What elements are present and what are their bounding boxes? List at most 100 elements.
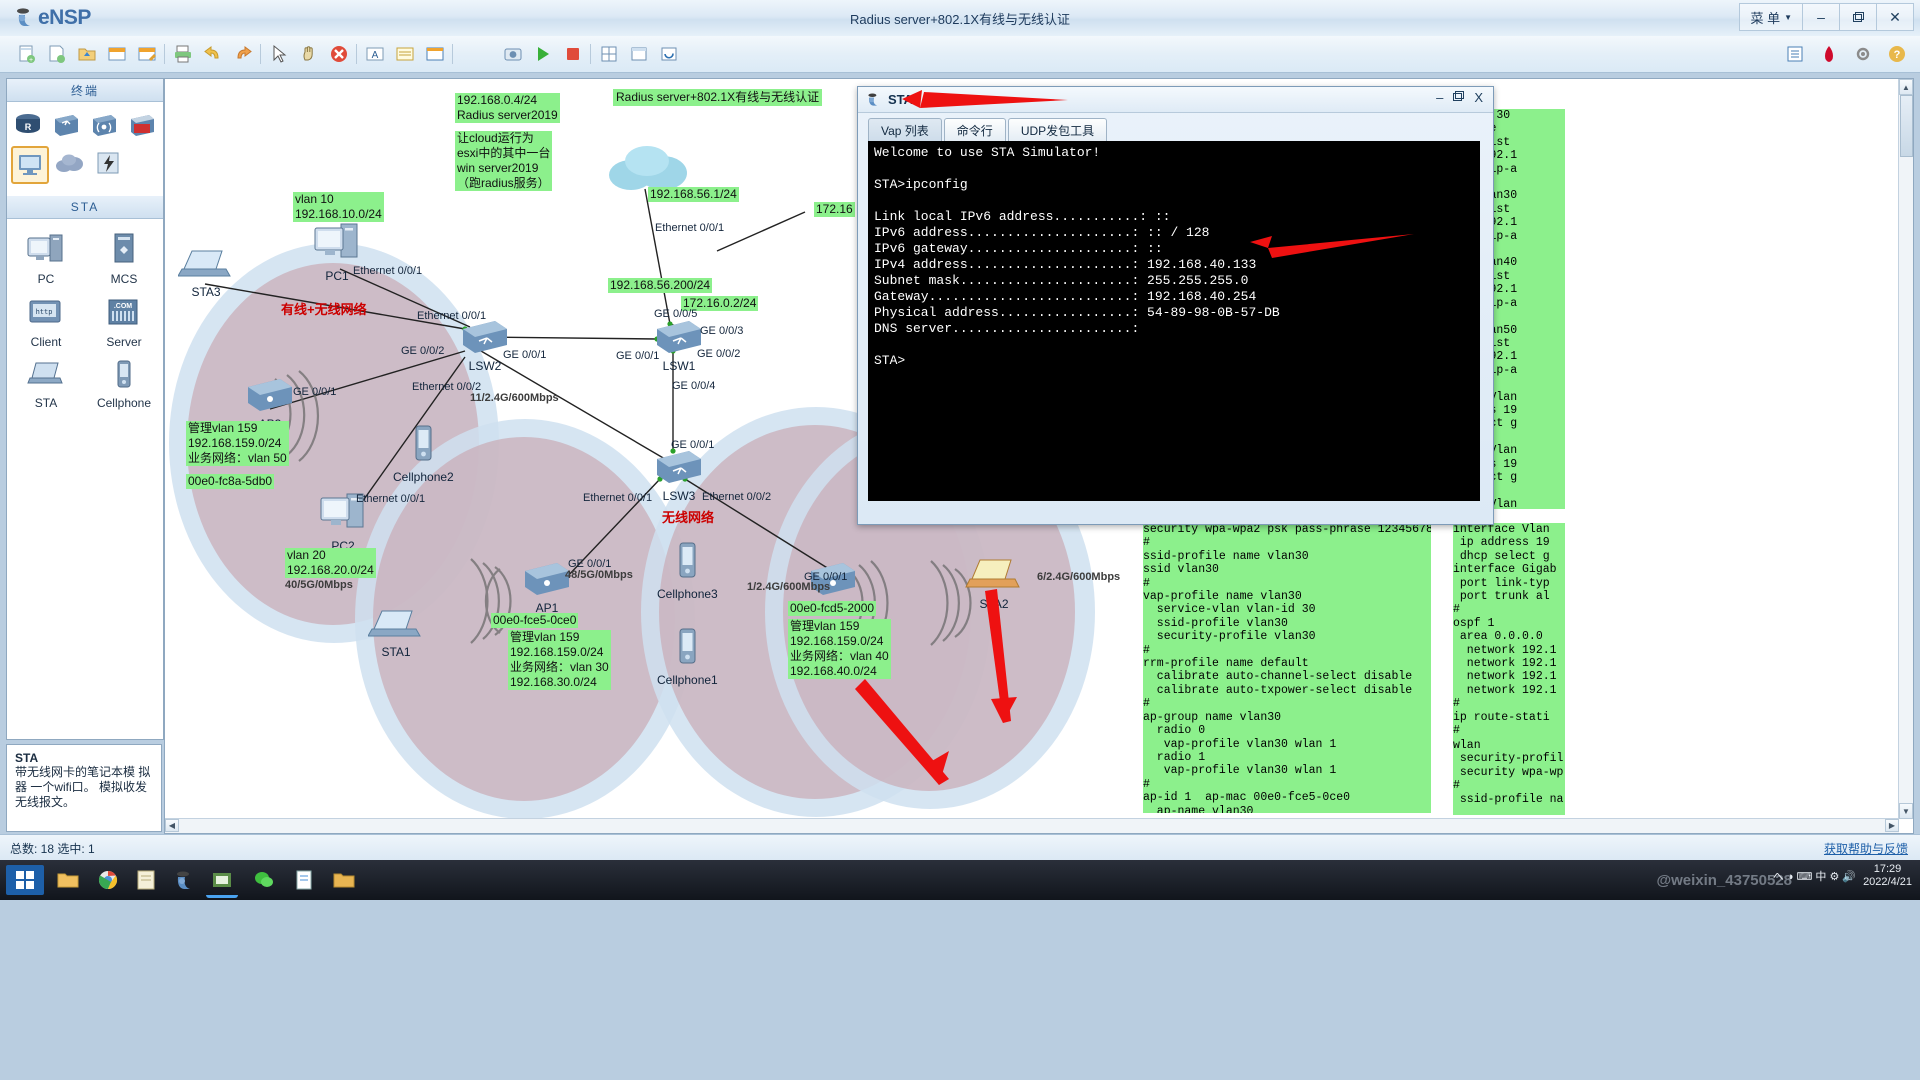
node-label: LSW2	[468, 359, 502, 373]
scroll-right-icon[interactable]: ▶	[1885, 819, 1899, 832]
scroll-down-icon[interactable]: ▼	[1899, 803, 1913, 819]
port-label: Ethernet 0/0/1	[353, 265, 423, 277]
node-lsw1[interactable]: LSW1	[649, 315, 709, 373]
close-button[interactable]: ✕	[1876, 3, 1914, 31]
hand-pan-icon[interactable]	[296, 41, 322, 67]
wechat-icon[interactable]	[248, 865, 280, 895]
help-icon[interactable]: ?	[1884, 41, 1910, 67]
new-topology-icon[interactable]: +	[14, 41, 40, 67]
port-label: GE 0/0/1	[671, 439, 715, 451]
arrow-to-ipv4-address	[1250, 234, 1414, 258]
sta2-minimize-button[interactable]: –	[1436, 90, 1443, 105]
node-cellphone1[interactable]: Cellphone1	[657, 627, 718, 687]
note-tool-icon[interactable]	[392, 41, 418, 67]
print-icon[interactable]	[170, 41, 196, 67]
node-label: Cellphone3	[657, 587, 718, 601]
node-cellphone2[interactable]: Cellphone2	[393, 424, 454, 484]
sta2-terminal-output[interactable]: Welcome to use STA Simulator! STA>ipconf…	[868, 141, 1480, 501]
start-icon[interactable]	[6, 865, 44, 895]
undo-icon[interactable]	[200, 41, 226, 67]
switch-icon[interactable]	[49, 108, 83, 142]
app-brand: eNSP	[38, 6, 91, 29]
note-cloud-desc: 让cloud运行为 esxi中的其中一台 win server2019 （跑ra…	[455, 131, 553, 191]
port-label: GE 0/0/5	[654, 308, 698, 320]
terminal-section-header: 终端	[7, 79, 163, 102]
firewall-icon[interactable]	[125, 108, 159, 142]
sta-row: http Client .COM Server	[7, 290, 163, 353]
node-sta1[interactable]: STA1	[365, 607, 427, 659]
port-label: Ethernet 0/0/1	[655, 222, 725, 234]
save-icon[interactable]	[104, 41, 130, 67]
ensp-icon[interactable]	[168, 865, 200, 895]
node-sta2[interactable]: STA2	[963, 557, 1025, 611]
text-tool-icon[interactable]: A	[362, 41, 388, 67]
refresh-icon[interactable]	[656, 41, 682, 67]
start-all-icon[interactable]	[530, 41, 556, 67]
port-label: Ethernet 0/0/2	[702, 491, 772, 503]
sta-item-cellphone[interactable]: Cellphone	[85, 353, 163, 414]
cloud-icon[interactable]	[53, 146, 87, 180]
explorer-icon[interactable]	[52, 865, 84, 895]
select-cursor-icon[interactable]	[266, 41, 292, 67]
sta2-maximize-button[interactable]	[1453, 90, 1465, 105]
taskbar-clock[interactable]: 17:29 2022/4/21	[1863, 863, 1912, 889]
open-folder-icon[interactable]	[74, 41, 100, 67]
grid-icon[interactable]	[596, 41, 622, 67]
node-sta3[interactable]: STA3	[175, 247, 237, 299]
sta-item-server[interactable]: .COM Server	[85, 290, 163, 353]
scrollbar-thumb[interactable]	[1900, 95, 1913, 157]
chrome-icon[interactable]	[92, 865, 124, 895]
node-label: STA3	[191, 285, 221, 299]
folder-icon[interactable]	[328, 865, 360, 895]
canvas-horizontal-scrollbar[interactable]: ◀ ▶	[165, 818, 1899, 833]
router-icon[interactable]: R	[11, 108, 45, 142]
port-label: GE 0/0/2	[401, 345, 445, 357]
delete-icon[interactable]	[326, 41, 352, 67]
connection-icon[interactable]	[91, 146, 125, 180]
feedback-link[interactable]: 获取帮助与反馈	[1824, 840, 1908, 857]
node-lsw2[interactable]: LSW2	[455, 315, 515, 373]
sta-item-client[interactable]: http Client	[7, 290, 85, 353]
port-label: GE 0/0/4	[672, 380, 716, 392]
svg-text:R: R	[25, 122, 32, 132]
pc-icon[interactable]	[11, 146, 49, 184]
port-label: GE 0/0/2	[697, 348, 741, 360]
label-rate-ap1: 48/5G/0Mbps	[565, 569, 633, 581]
svg-text:?: ?	[1894, 49, 1901, 61]
rect-tool-icon[interactable]	[422, 41, 448, 67]
device-tooltip: STA 带无线网卡的笔记本模 拟器 一个wifi口。 模拟收发无线报文。	[6, 744, 162, 832]
doc-icon[interactable]	[288, 865, 320, 895]
note-ip-56-1: 192.168.56.1/24	[648, 187, 739, 202]
open-sample-icon[interactable]	[44, 41, 70, 67]
notes-icon[interactable]	[130, 865, 162, 895]
sta2-window[interactable]: STA2 – X Vap 列表 命令行 UDP发包工具 Welcome to u…	[857, 86, 1494, 525]
vmware-icon[interactable]	[206, 865, 238, 898]
sta-item-sta[interactable]: STA	[7, 353, 85, 414]
stop-all-icon[interactable]	[560, 41, 586, 67]
csdn-watermark: @weixin_43750528	[1656, 872, 1792, 889]
restore-button[interactable]	[1839, 3, 1876, 31]
list-icon[interactable]	[1782, 41, 1808, 67]
settings-gear-icon[interactable]	[1850, 41, 1876, 67]
sta-item-pc[interactable]: PC	[7, 225, 85, 290]
huawei-icon[interactable]	[1816, 41, 1842, 67]
redo-icon[interactable]	[230, 41, 256, 67]
port-label: Ethernet 0/0/1	[356, 493, 426, 505]
save-as-icon[interactable]	[134, 41, 160, 67]
tooltip-title: STA	[15, 751, 39, 765]
scroll-left-icon[interactable]: ◀	[165, 819, 179, 832]
menu-button[interactable]: 菜 单 ▼	[1739, 3, 1802, 31]
sta2-close-button[interactable]: X	[1474, 90, 1483, 105]
port-label: GE 0/0/1	[568, 558, 612, 570]
tray-icons[interactable]: へ ◑ ⌨ 中 ⚙ 🔊	[1773, 868, 1856, 884]
minimize-button[interactable]: –	[1802, 3, 1839, 31]
sta-item-mcs[interactable]: MCS	[85, 225, 163, 290]
sta2-window-controls: – X	[1436, 90, 1489, 105]
wlan-ap-icon[interactable]	[87, 108, 121, 142]
capture-icon[interactable]	[500, 41, 526, 67]
window-icon[interactable]	[626, 41, 652, 67]
node-cellphone3[interactable]: Cellphone3	[657, 541, 718, 601]
scroll-up-icon[interactable]: ▲	[1899, 79, 1913, 95]
node-lsw3[interactable]: LSW3	[649, 445, 709, 503]
canvas-vertical-scrollbar[interactable]: ▲ ▼	[1898, 79, 1913, 819]
